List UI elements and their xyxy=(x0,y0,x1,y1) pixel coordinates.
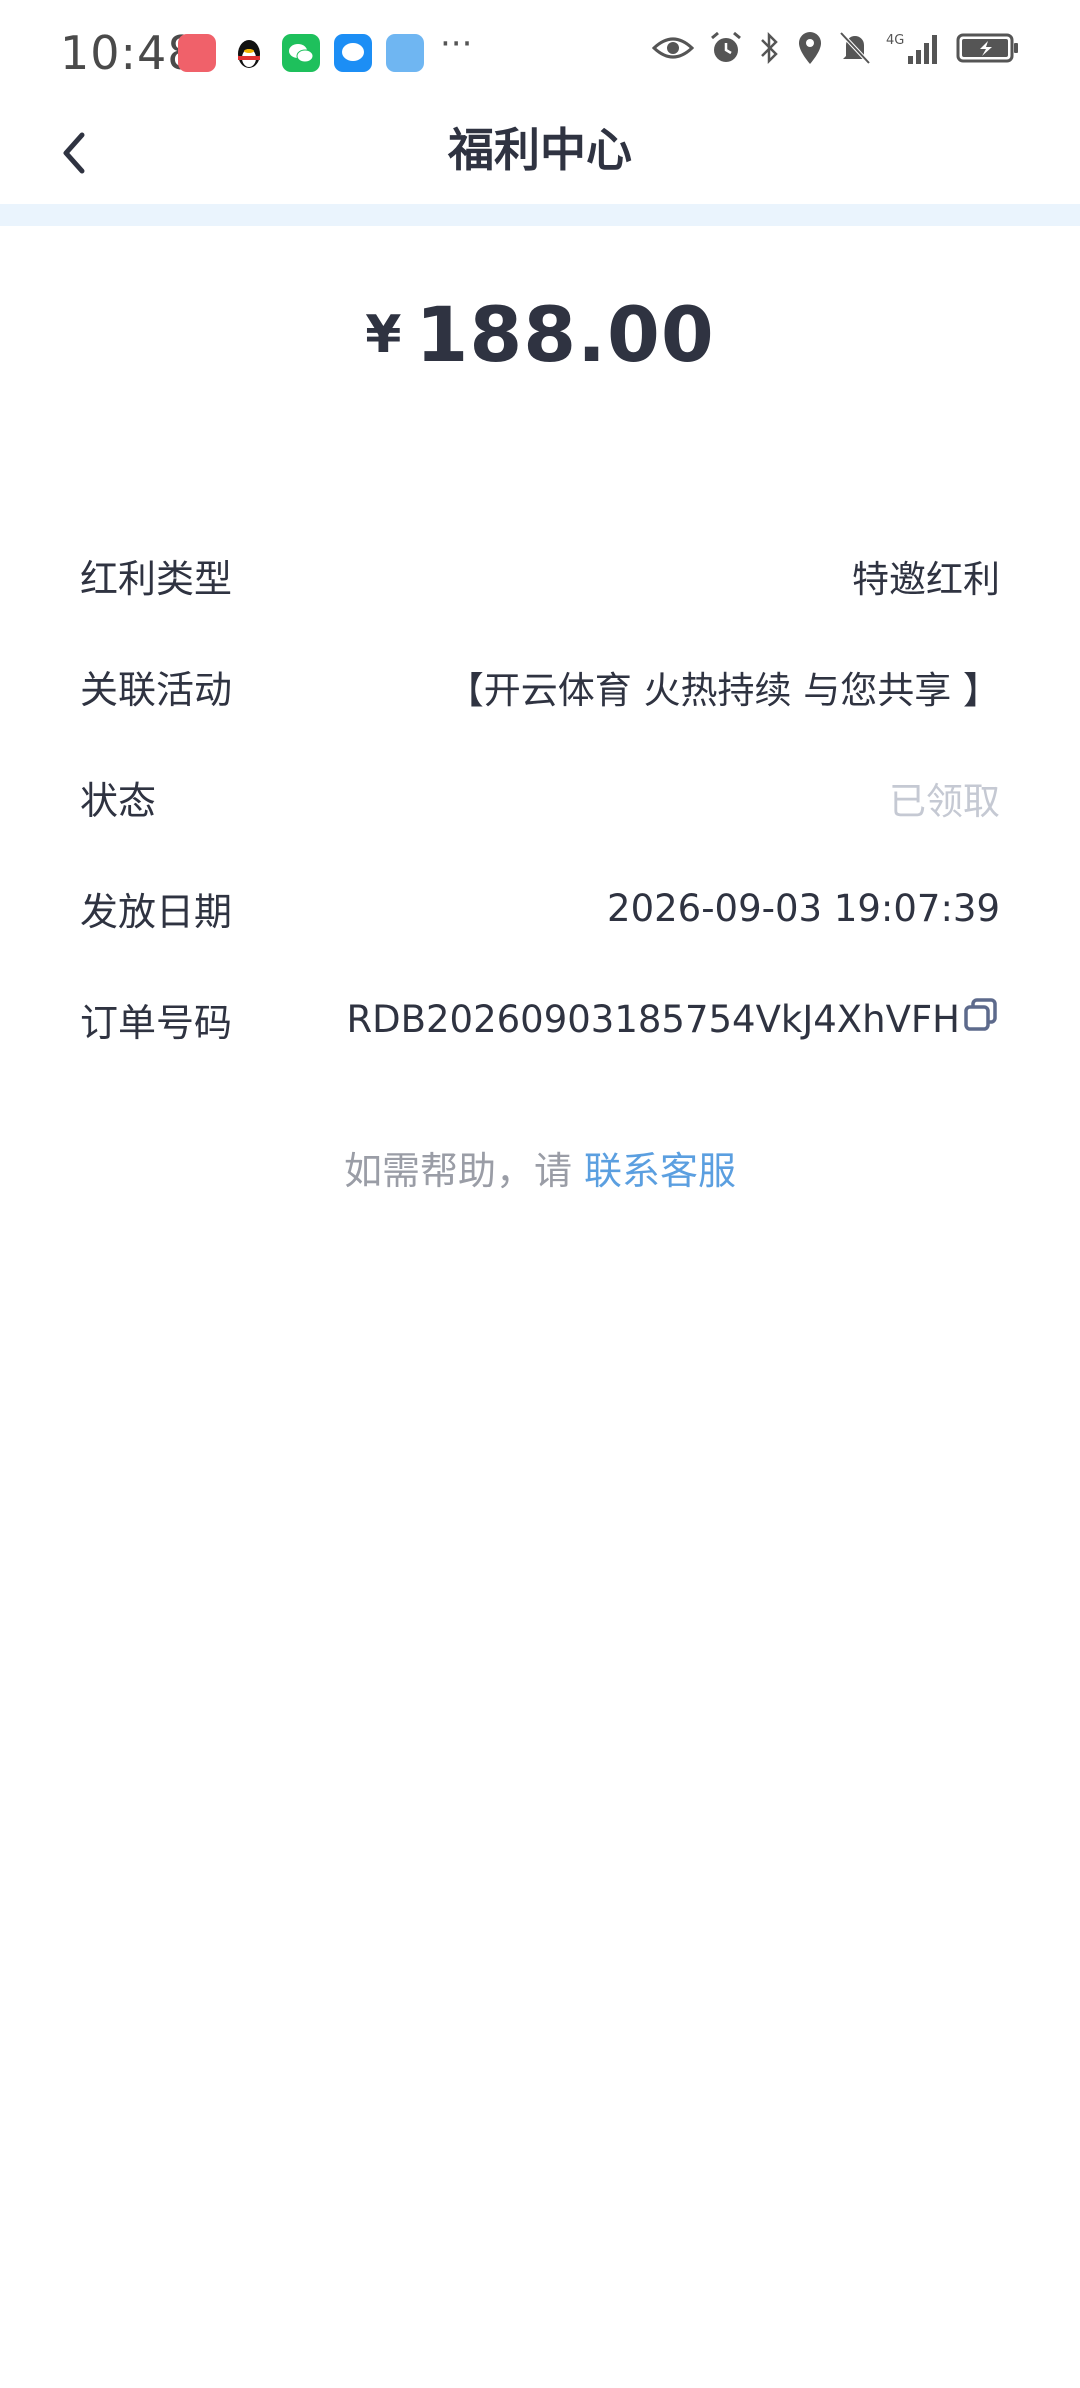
detail-value: 2026-09-03 19:07:39 xyxy=(607,887,1000,930)
svg-text:4G: 4G xyxy=(886,33,904,48)
bluetooth-icon xyxy=(761,31,778,65)
detail-row-issue-date: 发放日期 2026-09-03 19:07:39 xyxy=(80,853,1000,964)
bonus-amount: ¥188.00 xyxy=(0,290,1080,379)
order-number-text: RDB20260903185754VkJ4XhVFH xyxy=(346,998,960,1041)
detail-row-status: 状态 已领取 xyxy=(80,742,1000,853)
qq-icon xyxy=(230,34,268,72)
hongkong-app-icon xyxy=(386,34,424,72)
detail-label: 发放日期 xyxy=(80,890,233,934)
bonus-details: 红利类型 特邀红利 关联活动 【开云体育 火热持续 与您共享 】 状态 已领取 … xyxy=(80,520,1000,1075)
contact-support-link[interactable]: 联系客服 xyxy=(584,1149,736,1193)
signal-icon: 4G xyxy=(886,33,937,64)
order-number-value: RDB20260903185754VkJ4XhVFH xyxy=(346,996,1000,1043)
detail-value: 特邀红利 xyxy=(852,557,1000,601)
status-time: 10:48 xyxy=(60,26,198,80)
battery-icon xyxy=(956,33,1018,63)
messages-icon xyxy=(334,34,372,72)
page-title: 福利中心 xyxy=(448,123,632,177)
header-divider xyxy=(0,204,1080,226)
status-bar: 10:48 ··· 4G xyxy=(0,0,1080,100)
detail-label: 订单号码 xyxy=(80,1001,233,1045)
alarm-icon xyxy=(711,31,741,62)
wechat-icon xyxy=(282,34,320,72)
status-value: 已领取 xyxy=(889,779,1000,823)
detail-label: 状态 xyxy=(80,779,157,823)
eye-icon xyxy=(652,37,694,59)
status-indicators: 4G xyxy=(652,30,1020,66)
detail-label: 关联活动 xyxy=(80,668,233,712)
detail-label: 红利类型 xyxy=(80,557,233,601)
copy-icon[interactable] xyxy=(962,996,1000,1043)
help-text: 如需帮助，请 联系客服 xyxy=(0,1140,1080,1195)
currency-symbol: ¥ xyxy=(365,304,402,365)
mute-icon xyxy=(839,31,871,65)
more-notifications-icon: ··· xyxy=(440,24,473,64)
top-nav-bar: 福利中心 xyxy=(0,100,1080,204)
detail-row-activity: 关联活动 【开云体育 火热持续 与您共享 】 xyxy=(80,631,1000,742)
help-prefix: 如需帮助，请 xyxy=(343,1149,572,1193)
detail-value: 【开云体育 火热持续 与您共享 】 xyxy=(446,668,1000,712)
app-store-icon xyxy=(178,34,216,72)
amount-value: 188.00 xyxy=(415,290,715,379)
detail-row-order-number: 订单号码 RDB20260903185754VkJ4XhVFH xyxy=(80,964,1000,1075)
detail-row-bonus-type: 红利类型 特邀红利 xyxy=(80,520,1000,631)
location-icon xyxy=(799,32,821,64)
